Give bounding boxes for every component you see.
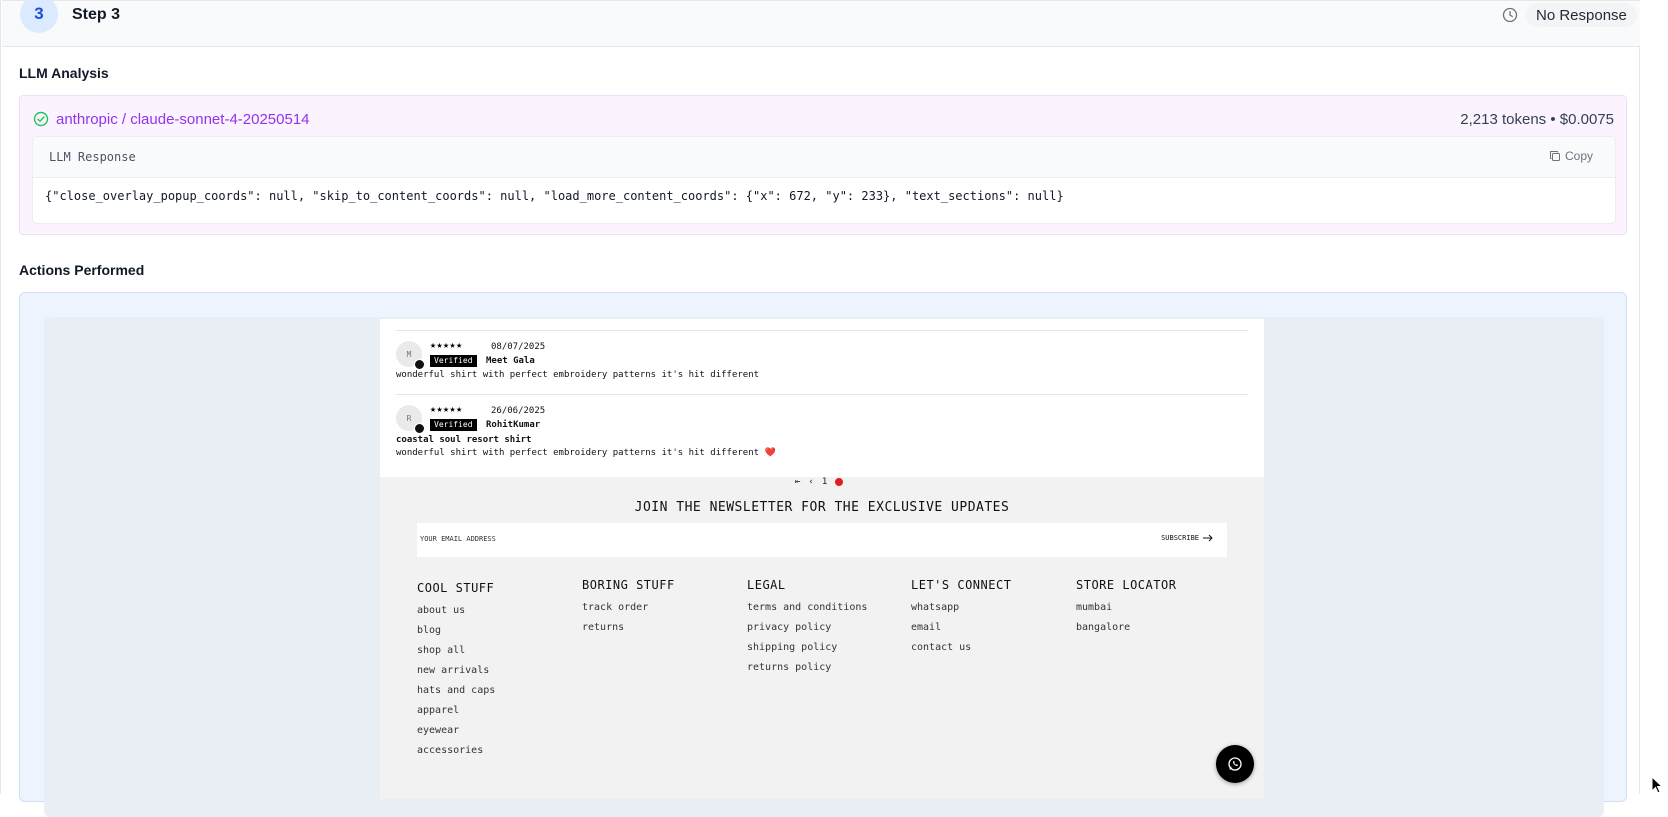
footer-link[interactable]: eyewear <box>417 725 495 736</box>
avatar: R <box>396 405 425 434</box>
footer-link[interactable]: apparel <box>417 705 495 716</box>
first-page-button[interactable]: ⇤ <box>795 477 800 487</box>
step-header: 3 Step 3 No Response <box>2 0 1640 47</box>
review-item: M ★★★★★ 08/07/2025 Verified Meet Gala wo… <box>396 330 1248 394</box>
footer-link[interactable]: blog <box>417 625 495 636</box>
llm-response-panel: LLM Response Copy {"close_overlay_popup_… <box>32 136 1616 224</box>
step-card: 3 Step 3 No Response LLM Analysis anthro… <box>0 0 1640 817</box>
footer-link[interactable]: bangalore <box>1076 622 1176 633</box>
footer-link[interactable]: whatsapp <box>911 602 1011 613</box>
rating-stars: ★★★★★ <box>430 404 463 415</box>
llm-response-text: {"close_overlay_popup_coords": null, "sk… <box>45 189 1064 203</box>
page-number[interactable]: 1 <box>822 477 827 487</box>
avatar: M <box>396 341 425 370</box>
newsletter-form: YOUR EMAIL ADDRESS SUBSCRIBE <box>417 523 1227 557</box>
llm-analysis-heading: LLM Analysis <box>19 65 109 81</box>
footer-heading: COOL STUFF <box>417 581 495 595</box>
footer-heading: STORE LOCATOR <box>1076 578 1177 592</box>
actions-panel: M ★★★★★ 08/07/2025 Verified Meet Gala wo… <box>19 292 1627 817</box>
footer-link[interactable]: terms and conditions <box>747 602 867 613</box>
review-date: 08/07/2025 <box>491 342 546 352</box>
footer-column-cool-stuff: COOL STUFF about us blog shop all new ar… <box>417 581 495 765</box>
mouse-cursor-icon <box>1651 776 1664 794</box>
footer-heading: LEGAL <box>747 578 786 592</box>
llm-response-header: LLM Response Copy <box>33 137 1615 178</box>
action-screenshot: M ★★★★★ 08/07/2025 Verified Meet Gala wo… <box>380 319 1264 799</box>
footer-column-legal: LEGAL terms and conditions privacy polic… <box>747 578 867 682</box>
footer-column-store-locator: STORE LOCATOR mumbai bangalore <box>1076 578 1176 642</box>
footer-link[interactable]: about us <box>417 605 495 616</box>
llm-response-label: LLM Response <box>49 150 136 164</box>
footer-link[interactable]: track order <box>582 602 675 613</box>
subscribe-button[interactable]: SUBSCRIBE <box>1161 534 1213 542</box>
footer-column-boring-stuff: BORING STUFF track order returns <box>582 578 675 642</box>
llm-analysis-panel: anthropic / claude-sonnet-4-20250514 2,2… <box>19 95 1627 235</box>
verified-badge: Verified <box>430 419 477 431</box>
verified-badge: Verified <box>430 355 477 367</box>
verified-check-icon <box>414 423 425 434</box>
rating-stars: ★★★★★ <box>430 340 463 351</box>
whatsapp-icon <box>1228 757 1242 771</box>
copy-icon <box>1549 151 1560 161</box>
prev-page-button[interactable]: ‹ <box>808 477 813 487</box>
current-page-dot <box>835 478 844 486</box>
whatsapp-chat-button[interactable] <box>1216 745 1254 783</box>
footer-link[interactable]: accessories <box>417 745 495 756</box>
step-number-badge: 3 <box>20 0 58 33</box>
footer-link[interactable]: shop all <box>417 645 495 656</box>
site-footer: ⇤ ‹ 1 JOIN THE NEWSLETTER FOR THE EXCLUS… <box>380 477 1264 799</box>
check-circle-icon <box>33 111 49 127</box>
model-name: anthropic / claude-sonnet-4-20250514 <box>56 111 310 128</box>
review-text: wonderful shirt with perfect embroidery … <box>396 370 760 380</box>
review-text: wonderful shirt with perfect embroidery … <box>396 448 776 458</box>
footer-heading: LET'S CONNECT <box>911 578 1012 592</box>
screenshot-container: M ★★★★★ 08/07/2025 Verified Meet Gala wo… <box>44 317 1604 817</box>
reviewer-name: RohitKumar <box>486 420 541 430</box>
token-cost-info: 2,213 tokens • $0.0075 <box>1460 111 1614 128</box>
review-item: R ★★★★★ 26/06/2025 Verified RohitKumar c… <box>396 394 1248 474</box>
status-badge: No Response <box>1526 3 1637 27</box>
footer-link[interactable]: hats and caps <box>417 685 495 696</box>
footer-link[interactable]: contact us <box>911 642 1011 653</box>
footer-link[interactable]: shipping policy <box>747 642 867 653</box>
footer-heading: BORING STUFF <box>582 578 675 592</box>
review-pagination: ⇤ ‹ 1 <box>795 477 844 487</box>
footer-link[interactable]: returns <box>582 622 675 633</box>
clock-icon <box>1502 7 1518 23</box>
actions-performed-heading: Actions Performed <box>19 262 145 278</box>
email-input[interactable]: YOUR EMAIL ADDRESS <box>420 535 496 543</box>
footer-link[interactable]: returns policy <box>747 662 867 673</box>
arrow-right-icon <box>1203 534 1213 542</box>
reviewer-name: Meet Gala <box>486 356 535 366</box>
footer-link[interactable]: new arrivals <box>417 665 495 676</box>
footer-link[interactable]: privacy policy <box>747 622 867 633</box>
footer-link[interactable]: mumbai <box>1076 602 1176 613</box>
verified-check-icon <box>414 359 425 370</box>
copy-label: Copy <box>1564 149 1593 163</box>
step-title: Step 3 <box>72 6 121 23</box>
review-title: coastal soul resort shirt <box>396 435 532 445</box>
review-date: 26/06/2025 <box>491 406 546 416</box>
footer-link[interactable]: email <box>911 622 1011 633</box>
subscribe-label: SUBSCRIBE <box>1161 534 1199 542</box>
copy-button[interactable]: Copy <box>1549 149 1593 163</box>
footer-column-lets-connect: LET'S CONNECT whatsapp email contact us <box>911 578 1011 662</box>
newsletter-title: JOIN THE NEWSLETTER FOR THE EXCLUSIVE UP… <box>634 500 1010 515</box>
